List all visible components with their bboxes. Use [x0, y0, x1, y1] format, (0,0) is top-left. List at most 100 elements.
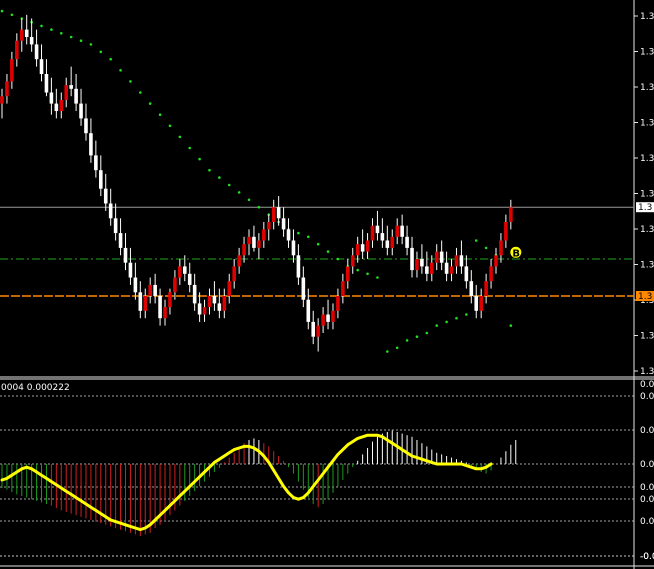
- candle-bear-body: [79, 103, 83, 119]
- candle-bull-body: [227, 281, 232, 296]
- sar-dot: [50, 28, 53, 31]
- candle-bull-body: [390, 236, 395, 248]
- candle-bear-body: [49, 92, 54, 104]
- candle-bull-body: [163, 307, 167, 319]
- candle-bear-body: [44, 74, 49, 93]
- indicator-axis-label: -0.0: [640, 552, 654, 562]
- sar-dot: [356, 268, 359, 272]
- candle-bear-body: [301, 277, 306, 300]
- price-axis-label: 1.3: [640, 261, 654, 271]
- candle-bull-body: [429, 262, 434, 274]
- candle-bull-body: [350, 255, 355, 267]
- indicator-axis-label: 0.00: [640, 517, 654, 527]
- price-axis-label: 1.3: [640, 119, 654, 129]
- price-marker-label: 1.3: [638, 203, 652, 213]
- candle-bear-body: [464, 266, 469, 282]
- sar-dot: [247, 198, 251, 202]
- candle-bear-body: [158, 296, 162, 319]
- buy-signal-label: B: [512, 248, 520, 259]
- candle-bear-body: [113, 218, 118, 234]
- candle-bull-body: [336, 296, 340, 311]
- sar-dot: [386, 350, 389, 353]
- candle-bear-body: [103, 188, 108, 204]
- sar-dot: [40, 24, 43, 28]
- sar-dot: [129, 80, 132, 83]
- sar-dot: [316, 242, 320, 246]
- candle-bear-body: [459, 255, 464, 267]
- sar-dot: [336, 257, 340, 261]
- candle-bear-body: [311, 321, 316, 337]
- candle-bear-body: [326, 314, 330, 322]
- candle-bear-body: [192, 284, 197, 304]
- candle-bear-body: [252, 236, 256, 248]
- candle-bull-body: [504, 222, 508, 241]
- candle-bull-body: [316, 325, 320, 337]
- candle-bear-body: [217, 303, 222, 311]
- candle-bear-body: [360, 244, 365, 252]
- sar-dot: [445, 320, 448, 324]
- candle-bear-body: [291, 240, 296, 256]
- candle-bull-body: [64, 85, 69, 100]
- candle-bear-body: [425, 266, 429, 274]
- candle-bull-body: [247, 236, 251, 245]
- candle-bull-body: [355, 244, 360, 256]
- candle-bull-body: [0, 96, 4, 104]
- candle-bull-body: [168, 292, 172, 308]
- candle-bull-body: [479, 296, 483, 311]
- candle-bull-body: [434, 251, 439, 263]
- level-marker: 1.3: [636, 291, 654, 302]
- price-axis-label: 1.3: [640, 225, 654, 235]
- candle-bear-body: [153, 284, 157, 296]
- candle-bull-body: [5, 81, 9, 97]
- sar-dot: [455, 316, 458, 320]
- candle-bull-body: [489, 266, 493, 282]
- candle-bull-body: [370, 225, 375, 241]
- sar-dot: [405, 339, 409, 342]
- candle-bull-body: [415, 259, 419, 271]
- indicator-axis-label: 0.00: [640, 426, 654, 436]
- indicator-axis-label: 0.00: [640, 380, 654, 390]
- candle-bull-body: [242, 244, 246, 256]
- sar-dot: [257, 205, 261, 209]
- candle-bear-body: [439, 251, 444, 263]
- sar-dot: [484, 246, 488, 250]
- candle-bear-body: [410, 247, 414, 271]
- candle-bear-body: [306, 299, 311, 322]
- candle-bull-body: [15, 40, 19, 60]
- sar-dot: [237, 191, 241, 194]
- sar-dot: [218, 176, 221, 179]
- candle-bull-body: [271, 207, 276, 222]
- price-axis-label: 1.3: [640, 48, 654, 58]
- sar-dot: [227, 183, 231, 187]
- candle-bear-body: [54, 103, 59, 111]
- sar-dot: [376, 276, 379, 279]
- candle-bull-body: [346, 266, 350, 282]
- candle-bear-body: [474, 296, 479, 311]
- sar-dot: [306, 235, 310, 239]
- sar-dot: [326, 250, 330, 253]
- sar-dot: [474, 239, 478, 242]
- sar-dot: [59, 32, 63, 35]
- sar-dot: [366, 272, 369, 276]
- candle-bull-body: [509, 207, 513, 222]
- indicator-axis-label: 0.00: [640, 460, 654, 470]
- candle-bear-body: [197, 303, 202, 315]
- candle-bear-body: [24, 29, 29, 37]
- price-axis-label: 1.3: [640, 367, 654, 377]
- candle-bear-body: [281, 218, 286, 230]
- candle-bull-body: [365, 240, 370, 252]
- candle-bear-body: [94, 155, 98, 171]
- candle-bear-body: [128, 262, 133, 278]
- candle-bull-body: [341, 281, 345, 296]
- candle-bear-body: [74, 88, 78, 104]
- candle-bull-body: [178, 266, 182, 278]
- chart-background: [0, 0, 654, 569]
- price-axis-label: 1.3: [640, 83, 654, 93]
- indicator-axis-label: 0.00: [640, 483, 654, 493]
- candle-bear-body: [182, 266, 187, 274]
- candle-bear-body: [212, 296, 217, 304]
- sar-dot: [139, 91, 142, 94]
- candle-bear-body: [99, 170, 103, 189]
- candle-bear-body: [296, 255, 301, 278]
- candle-bull-body: [232, 266, 236, 282]
